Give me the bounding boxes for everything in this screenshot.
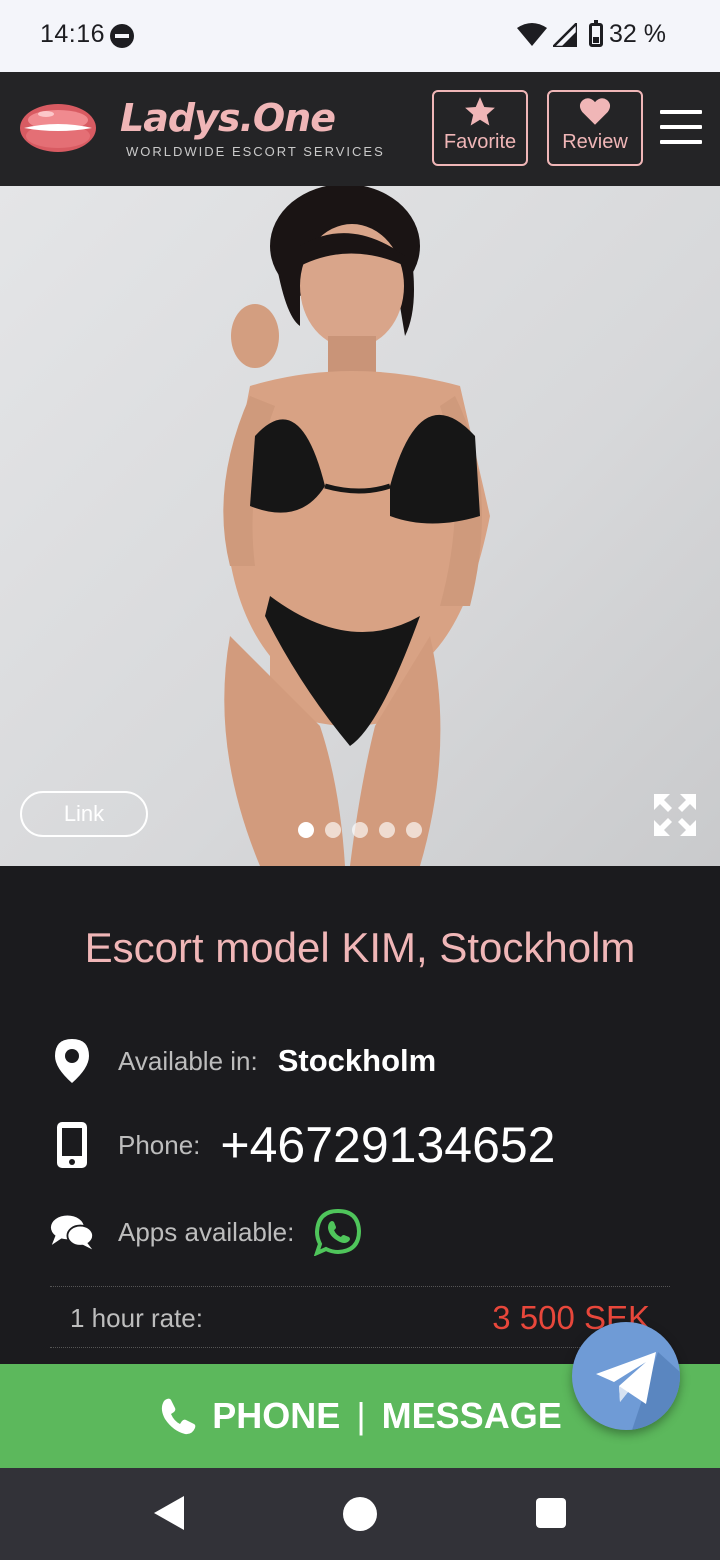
review-label: Review [562, 131, 628, 153]
phone-row: Phone: +46729134652 [50, 1116, 556, 1174]
carousel-dot[interactable] [379, 822, 395, 838]
phone-handset-icon [162, 1398, 196, 1435]
lips-logo-icon[interactable] [18, 100, 98, 156]
location-pin-icon [55, 1039, 89, 1083]
signal-icon [553, 22, 578, 47]
menu-icon[interactable] [660, 110, 702, 146]
location-row: Available in: Stockholm [50, 1038, 436, 1084]
profile-info: Escort model KIM, Stockholm Available in… [0, 866, 720, 1364]
chat-bubbles-icon [50, 1215, 94, 1250]
system-nav-bar [0, 1468, 720, 1560]
carousel-dot[interactable] [406, 822, 422, 838]
recent-apps-icon[interactable] [536, 1498, 566, 1528]
apps-row: Apps available: [50, 1208, 362, 1256]
apps-label: Apps available: [118, 1216, 295, 1247]
brand-name[interactable]: Ladys.One [120, 96, 336, 140]
phone-action-label[interactable]: PHONE [212, 1395, 340, 1437]
phone-label: Phone: [118, 1129, 201, 1160]
profile-title: Escort model KIM, Stockholm [84, 924, 636, 971]
carousel-dots [298, 822, 422, 838]
profile-photo [223, 186, 490, 866]
star-icon [465, 97, 495, 126]
available-label: Available in: [118, 1045, 258, 1076]
battery-percent: 32 % [609, 20, 666, 48]
mobile-phone-icon [57, 1122, 87, 1168]
home-icon[interactable] [343, 1497, 377, 1531]
wifi-icon [517, 22, 548, 46]
heart-icon [579, 98, 611, 125]
profile-photo-gallery[interactable]: Link [0, 186, 720, 866]
carousel-dot[interactable] [325, 822, 341, 838]
carousel-dot[interactable] [352, 822, 368, 838]
rate-label: 1 hour rate: [70, 1303, 203, 1333]
favorite-button[interactable]: Favorite [432, 90, 528, 166]
site-header: Ladys.One WORLDWIDE ESCORT SERVICES Favo… [0, 72, 720, 186]
whatsapp-icon[interactable] [314, 1208, 362, 1256]
do-not-disturb-icon [110, 24, 134, 48]
telegram-icon [596, 1352, 680, 1430]
link-button[interactable]: Link [20, 791, 148, 837]
status-time: 14:16 [40, 20, 106, 48]
review-button[interactable]: Review [547, 90, 643, 166]
favorite-label: Favorite [443, 131, 517, 153]
contact-separator: | [356, 1395, 366, 1436]
battery-icon [589, 19, 604, 47]
fullscreen-expand-icon[interactable] [652, 792, 698, 838]
brand-tagline: WORLDWIDE ESCORT SERVICES [126, 144, 385, 159]
rate-row: 1 hour rate: 3 500 SEK [50, 1286, 670, 1348]
status-right: 32 % [517, 19, 666, 49]
available-value[interactable]: Stockholm [278, 1043, 436, 1079]
carousel-dot[interactable] [298, 822, 314, 838]
status-bar: 14:16 32 % [0, 0, 720, 72]
phone-number[interactable]: +46729134652 [220, 1116, 555, 1174]
telegram-button[interactable] [572, 1322, 680, 1430]
back-icon[interactable] [154, 1496, 184, 1530]
message-action-label[interactable]: MESSAGE [382, 1395, 562, 1437]
